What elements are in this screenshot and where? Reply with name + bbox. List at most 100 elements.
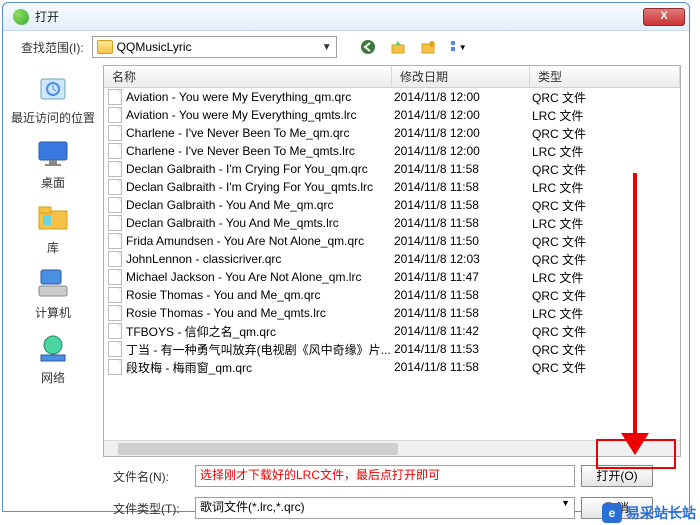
file-row[interactable]: TFBOYS - 信仰之名_qm.qrc2014/11/8 11:42QRC 文… [104,322,680,340]
filetype-row: 文件类型(T): 歌词文件(*.lrc,*.qrc) ▼ 取消 [113,497,679,519]
file-date: 2014/11/8 11:42 [394,324,532,338]
places-sidebar: 最近访问的位置 桌面 库 计算机 网络 [3,63,103,459]
toolbar: 查找范围(I): QQMusicLyric ▼ ▼ [3,31,689,63]
file-type: QRC 文件 [532,287,680,304]
file-row[interactable]: Rosie Thomas - You and Me_qm.qrc2014/11/… [104,286,680,304]
network-icon [35,331,71,367]
scrollbar-thumb[interactable] [118,443,398,455]
file-icon [108,215,122,231]
path-dropdown[interactable]: QQMusicLyric ▼ [92,36,337,58]
file-name: 段玫梅 - 梅雨窗_qm.qrc [126,359,394,376]
file-name: 丁当 - 有一种勇气叫放弃(电视剧《风中奇缘》片... [126,341,394,358]
file-type: QRC 文件 [532,89,680,106]
file-type: QRC 文件 [532,233,680,250]
file-name: Rosie Thomas - You and Me_qmts.lrc [126,306,394,320]
computer-icon [35,266,71,302]
sidebar-desktop[interactable]: 桌面 [8,136,98,191]
file-row[interactable]: Rosie Thomas - You and Me_qmts.lrc2014/1… [104,304,680,322]
file-row[interactable]: JohnLennon - classicriver.qrc2014/11/8 1… [104,250,680,268]
file-date: 2014/11/8 12:00 [394,144,532,158]
file-name: Frida Amundsen - You Are Not Alone_qm.qr… [126,234,394,248]
file-type: LRC 文件 [532,143,680,160]
filename-row: 文件名(N): 选择刚才下载好的LRC文件，最后点打开即可 打开(O) [113,465,679,487]
file-name: Michael Jackson - You Are Not Alone_qm.l… [126,270,394,284]
file-name: Declan Galbraith - You And Me_qmts.lrc [126,216,394,230]
column-date[interactable]: 修改日期 [392,66,530,87]
file-date: 2014/11/8 12:00 [394,90,532,104]
file-row[interactable]: Frida Amundsen - You Are Not Alone_qm.qr… [104,232,680,250]
file-name: Charlene - I've Never Been To Me_qmts.lr… [126,144,394,158]
filetype-dropdown[interactable]: 歌词文件(*.lrc,*.qrc) ▼ [195,497,575,519]
file-row[interactable]: Charlene - I've Never Been To Me_qm.qrc2… [104,124,680,142]
titlebar: 打开 X [3,3,689,31]
file-type: QRC 文件 [532,161,680,178]
file-rows: Aviation - You were My Everything_qm.qrc… [104,88,680,440]
horizontal-scrollbar[interactable] [104,440,680,456]
file-type: QRC 文件 [532,359,680,376]
file-row[interactable]: Declan Galbraith - You And Me_qmts.lrc20… [104,214,680,232]
file-date: 2014/11/8 11:58 [394,306,532,320]
column-name[interactable]: 名称 [104,66,392,87]
watermark-text: 易采站长站 [626,505,696,521]
close-button[interactable]: X [643,8,685,26]
file-row[interactable]: Charlene - I've Never Been To Me_qmts.lr… [104,142,680,160]
open-button[interactable]: 打开(O) [581,465,653,487]
file-row[interactable]: Aviation - You were My Everything_qm.qrc… [104,88,680,106]
column-type[interactable]: 类型 [530,66,680,87]
filetype-label: 文件类型(T): [113,500,189,517]
libraries-icon [35,201,71,237]
file-date: 2014/11/8 11:58 [394,216,532,230]
file-name: Declan Galbraith - I'm Crying For You_qm… [126,162,394,176]
view-menu-icon[interactable]: ▼ [449,38,467,56]
sidebar-network[interactable]: 网络 [8,331,98,386]
file-icon [108,125,122,141]
file-type: QRC 文件 [532,197,680,214]
file-type: QRC 文件 [532,251,680,268]
folder-icon [97,40,113,54]
file-name: Declan Galbraith - You And Me_qm.qrc [126,198,394,212]
filename-label: 文件名(N): [113,468,189,485]
file-type: QRC 文件 [532,323,680,340]
app-icon [13,9,29,25]
file-date: 2014/11/8 11:47 [394,270,532,284]
file-type: LRC 文件 [532,179,680,196]
file-icon [108,197,122,213]
file-type: LRC 文件 [532,107,680,124]
file-icon [108,359,122,375]
file-date: 2014/11/8 11:53 [394,342,532,356]
file-row[interactable]: Aviation - You were My Everything_qmts.l… [104,106,680,124]
file-row[interactable]: Declan Galbraith - I'm Crying For You_qm… [104,178,680,196]
sidebar-computer[interactable]: 计算机 [8,266,98,321]
sidebar-recent[interactable]: 最近访问的位置 [8,71,98,126]
watermark-logo: e [602,503,622,523]
file-icon [108,305,122,321]
file-type: LRC 文件 [532,305,680,322]
file-row[interactable]: Declan Galbraith - You And Me_qm.qrc2014… [104,196,680,214]
file-name: Rosie Thomas - You and Me_qm.qrc [126,288,394,302]
file-date: 2014/11/8 11:58 [394,198,532,212]
file-row[interactable]: Michael Jackson - You Are Not Alone_qm.l… [104,268,680,286]
up-icon[interactable] [389,38,407,56]
file-icon [108,323,122,339]
file-row[interactable]: 丁当 - 有一种勇气叫放弃(电视剧《风中奇缘》片...2014/11/8 11:… [104,340,680,358]
file-type: QRC 文件 [532,125,680,142]
file-icon [108,179,122,195]
file-row[interactable]: Declan Galbraith - I'm Crying For You_qm… [104,160,680,178]
file-row[interactable]: 段玫梅 - 梅雨窗_qm.qrc2014/11/8 11:58QRC 文件 [104,358,680,376]
file-type: LRC 文件 [532,269,680,286]
file-date: 2014/11/8 11:58 [394,162,532,176]
file-date: 2014/11/8 12:00 [394,108,532,122]
new-folder-icon[interactable] [419,38,437,56]
sidebar-libraries[interactable]: 库 [8,201,98,256]
filename-input[interactable]: 选择刚才下载好的LRC文件，最后点打开即可 [195,465,575,487]
main-area: 最近访问的位置 桌面 库 计算机 网络 名称 修改日期 [3,63,689,459]
back-icon[interactable] [359,38,377,56]
file-name: Declan Galbraith - I'm Crying For You_qm… [126,180,394,194]
file-name: Charlene - I've Never Been To Me_qm.qrc [126,126,394,140]
dropdown-arrow-icon: ▼ [561,498,570,508]
file-date: 2014/11/8 11:58 [394,288,532,302]
recent-icon [35,71,71,107]
file-name: Aviation - You were My Everything_qmts.l… [126,108,394,122]
file-name: TFBOYS - 信仰之名_qm.qrc [126,323,394,340]
file-name: JohnLennon - classicriver.qrc [126,252,394,266]
